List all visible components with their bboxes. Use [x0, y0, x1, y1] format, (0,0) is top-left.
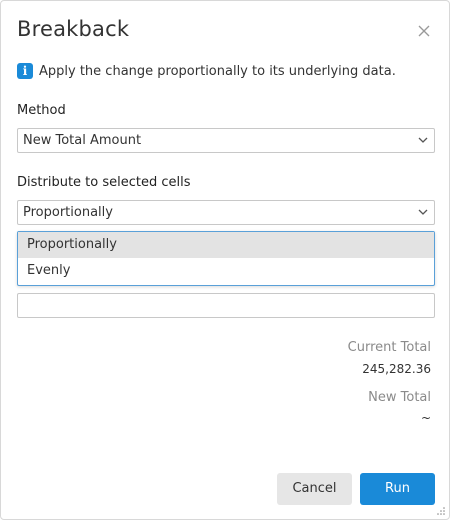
info-text: Apply the change proportionally to its u…	[39, 63, 396, 79]
dropdown-option-proportionally[interactable]: Proportionally	[18, 232, 434, 258]
distribute-select-value: Proportionally	[23, 205, 113, 220]
info-message: i Apply the change proportionally to its…	[17, 63, 396, 79]
distribute-dropdown-list: Proportionally Evenly	[17, 231, 435, 286]
current-total-value: 245,282.36	[362, 362, 431, 376]
close-icon[interactable]	[417, 24, 431, 38]
distribute-select[interactable]: Proportionally	[17, 200, 435, 225]
chevron-down-icon	[418, 209, 428, 215]
method-label: Method	[17, 103, 66, 118]
distribute-label: Distribute to selected cells	[17, 175, 191, 190]
new-total-value: ~	[420, 411, 431, 425]
new-total-input[interactable]	[17, 293, 435, 318]
new-total-label: New Total	[368, 390, 431, 405]
breakback-dialog: Breakback i Apply the change proportiona…	[0, 0, 450, 520]
method-select[interactable]: New Total Amount	[17, 128, 435, 153]
dropdown-option-evenly[interactable]: Evenly	[18, 258, 434, 284]
current-total-label: Current Total	[347, 340, 431, 355]
resize-grip-icon[interactable]	[437, 507, 445, 515]
method-select-value: New Total Amount	[23, 133, 142, 148]
run-button[interactable]: Run	[360, 473, 435, 505]
info-icon: i	[17, 63, 33, 79]
dialog-title: Breakback	[17, 17, 130, 41]
chevron-down-icon	[418, 137, 428, 143]
cancel-button[interactable]: Cancel	[277, 473, 352, 505]
